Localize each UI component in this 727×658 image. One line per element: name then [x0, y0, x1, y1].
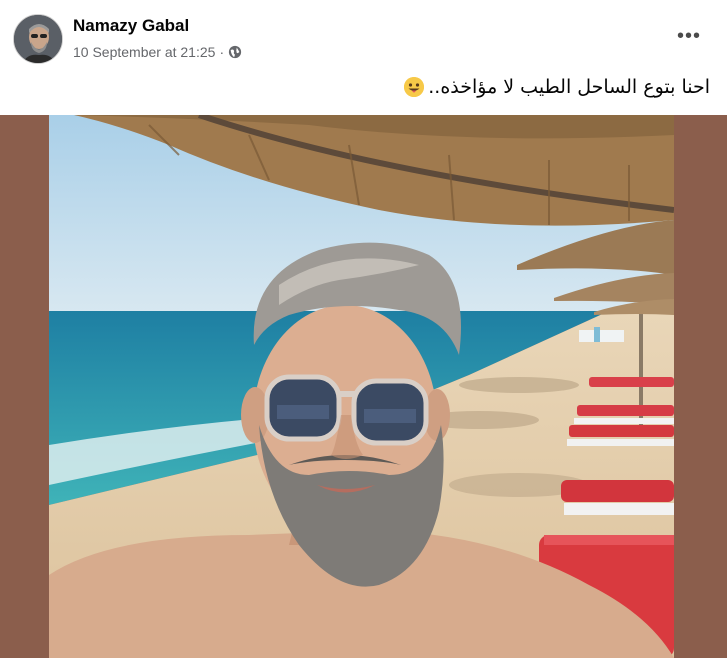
beach-selfie-image: [49, 115, 674, 658]
globe-icon[interactable]: [228, 45, 242, 59]
post-timestamp[interactable]: 10 September at 21:25: [73, 44, 215, 60]
post-photo[interactable]: [49, 115, 674, 658]
post-meta: 10 September at 21:25 ·: [73, 44, 242, 60]
facebook-post: Namazy Gabal 10 September at 21:25 · •••…: [0, 0, 727, 658]
author-name[interactable]: Namazy Gabal: [73, 16, 189, 36]
post-header: Namazy Gabal 10 September at 21:25 · •••: [0, 0, 727, 72]
author-avatar[interactable]: [13, 14, 63, 64]
meta-separator: ·: [219, 44, 225, 60]
post-caption: احنا بتوع الساحل الطيب لا مؤاخذه..: [404, 76, 710, 98]
caption-text: احنا بتوع الساحل الطيب لا مؤاخذه..: [428, 76, 710, 98]
photo-frame: [0, 115, 727, 658]
grinning-tongue-emoji-icon: [404, 77, 425, 97]
more-options-button[interactable]: •••: [677, 25, 701, 48]
avatar-image: [14, 15, 62, 63]
